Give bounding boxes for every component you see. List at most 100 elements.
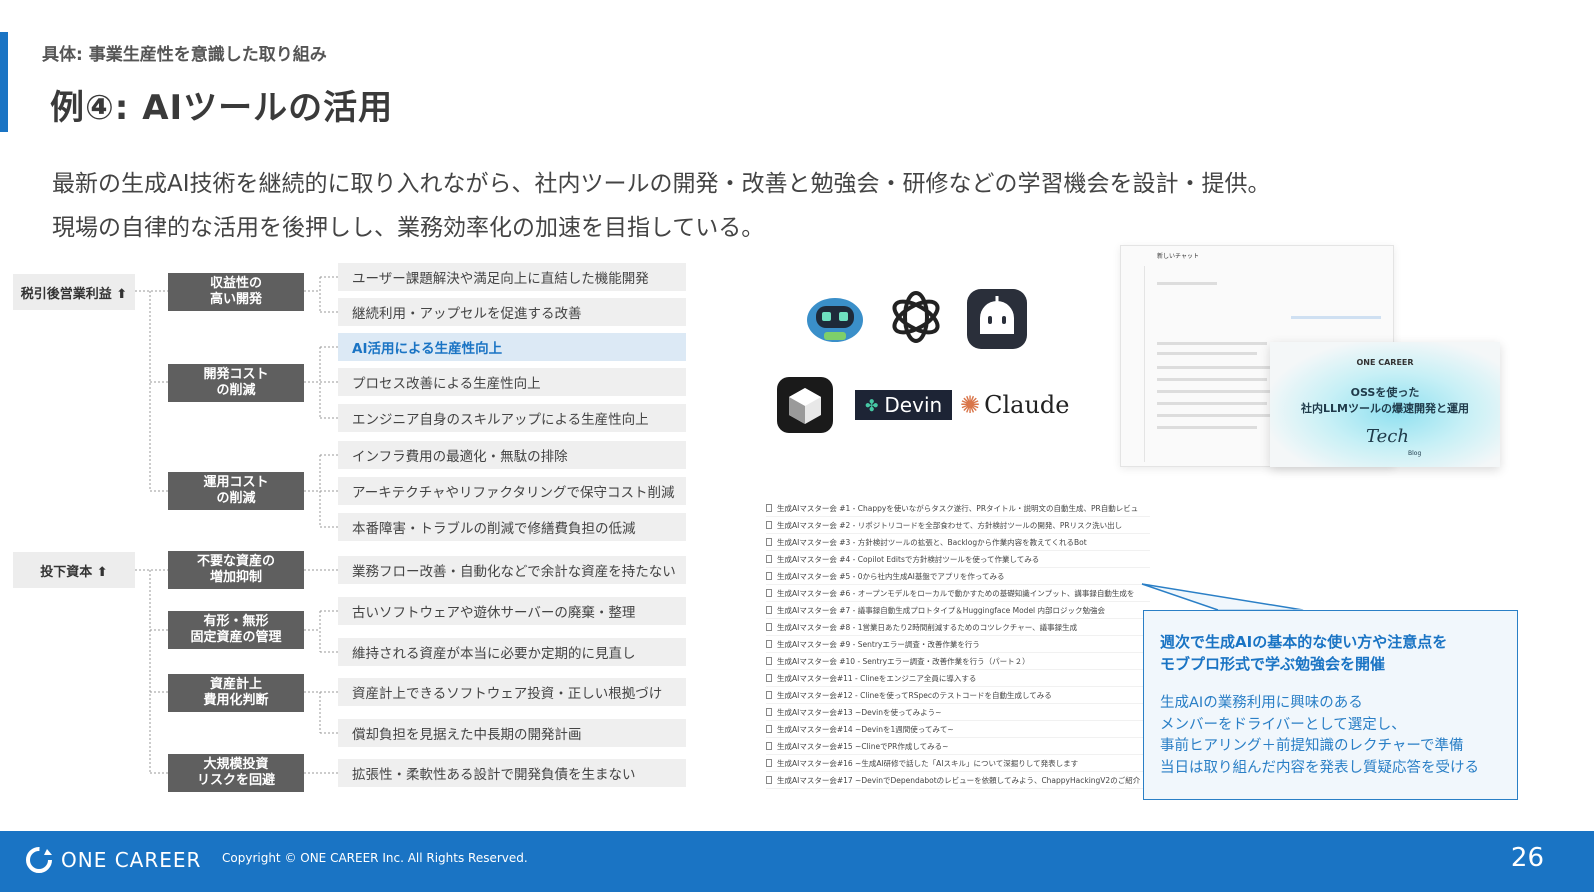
document-icon (766, 589, 772, 597)
blog-title-line-1: OSSを使った (1350, 386, 1420, 399)
study-session-callout: 週次で生成AIの基本的な使い方や注意点を モブプロ形式で学ぶ勉強会を開催 生成A… (1143, 610, 1518, 800)
document-icon (766, 640, 772, 648)
document-icon (766, 555, 772, 563)
chatgpt-logo-icon (885, 286, 947, 348)
tree-mid-capitalize: 資産計上 費用化判断 (168, 674, 304, 712)
tree-mid-ops-cost: 運用コスト の削減 (168, 472, 304, 510)
list-item[interactable]: 生成AIマスター会#16 ~生成AI研修で話した「AIスキル」について深掘りして… (766, 755, 1150, 772)
document-icon (766, 521, 772, 529)
list-item[interactable]: 生成AIマスター会 #6 - オープンモデルをローカルで動かすための基礎知識イン… (766, 585, 1150, 602)
list-item[interactable]: 生成AIマスター会 #10 - Sentryエラー調査・改善作業を行う（パート２… (766, 653, 1150, 670)
list-item-label: 生成AIマスター会#12 - Clineを使ってRSpecのテストコードを自動生… (777, 690, 1052, 700)
list-item[interactable]: 生成AIマスター会 #2 - リポジトリコードを全部食わせて、方針検討ツールの開… (766, 517, 1150, 534)
chat-screenshot-title: 新しいチャット (1157, 253, 1199, 260)
blog-sub-label: Blog (1408, 450, 1422, 457)
document-icon (766, 606, 772, 614)
devin-logo: ✤ Devin (855, 390, 953, 420)
tree-leaf: インフラ費用の最適化・無駄の排除 (338, 441, 686, 469)
onecareer-logo-icon (26, 847, 52, 873)
list-item-label: 生成AIマスター会 #6 - オープンモデルをローカルで動かすための基礎知識イン… (777, 588, 1135, 598)
document-icon (766, 776, 772, 784)
tree-leaf-highlighted: AI活用による生産性向上 (338, 333, 686, 361)
copilot-logo-icon (804, 290, 866, 346)
tree-leaf: 本番障害・トラブルの削減で修繕費負担の低減 (338, 513, 686, 541)
footer-logo: ONE CAREER (25, 846, 201, 874)
list-item-label: 生成AIマスター会 #10 - Sentryエラー調査・改善作業を行う（パート２… (777, 656, 1030, 666)
list-item[interactable]: 生成AIマスター会 #4 - Copilot Editsで方針検討ツールを使って… (766, 551, 1150, 568)
document-icon (766, 538, 772, 546)
list-item-label: 生成AIマスター会#13 ~Devinを使ってみよう~ (777, 707, 942, 717)
document-icon (766, 759, 772, 767)
chat-screenshot-sidebar (1127, 266, 1145, 462)
blog-tech-label: Tech (1366, 426, 1409, 447)
list-item-label: 生成AIマスター会#11 - Clineをエンジニア全員に導入する (777, 673, 977, 683)
callout-pointer (1141, 583, 1304, 613)
tree-leaf: 古いソフトウェアや遊休サーバーの廃棄・整理 (338, 597, 686, 625)
list-item[interactable]: 生成AIマスター会#17 ~DevinでDependabotのレビューを依頼して… (766, 772, 1150, 789)
document-icon (766, 725, 772, 733)
list-item-label: 生成AIマスター会#14 ~Devinを1週間使ってみて~ (777, 724, 954, 734)
footer-copyright: Copyright © ONE CAREER Inc. All Rights R… (222, 851, 528, 865)
footer: ONE CAREER Copyright © ONE CAREER Inc. A… (0, 831, 1594, 892)
list-item[interactable]: 生成AIマスター会 #9 - Sentryエラー調査・改善作業を行う (766, 636, 1150, 653)
devin-logo-text: Devin (884, 393, 943, 417)
tree-leaf: 業務フロー改善・自動化などで余計な資産を持たない (338, 556, 686, 584)
list-item[interactable]: 生成AIマスター会#12 - Clineを使ってRSpecのテストコードを自動生… (766, 687, 1150, 704)
list-item-label: 生成AIマスター会 #5 - 0から社内生成AI基盤でアプリを作ってみる (777, 571, 1005, 581)
cursor-logo-icon (776, 376, 834, 434)
footer-brand: ONE CAREER (61, 848, 202, 872)
tree-mid-dev-cost: 開発コスト の削減 (168, 364, 304, 402)
tree-root-invested-capital: 投下資本 ⬆ (13, 552, 135, 588)
tech-blog-thumbnail: ONE CAREER OSSを使った 社内LLMツールの爆速開発と運用 Tech… (1270, 342, 1500, 467)
tree-leaf: 償却負担を見据えた中長期の開発計画 (338, 719, 686, 747)
document-icon (766, 742, 772, 750)
list-item[interactable]: 生成AIマスター会 #5 - 0から社内生成AI基盤でアプリを作ってみる (766, 568, 1150, 585)
tree-mid-risk-avoid: 大規模投資 リスクを回避 (168, 754, 304, 792)
devin-mark-icon: ✤ (865, 395, 879, 415)
document-icon (766, 691, 772, 699)
list-item-label: 生成AIマスター会 #3 - 方針検討ツールの拡張と、Backlogから作業内容… (777, 537, 1087, 547)
list-item-label: 生成AIマスター会 #1 - Chappyを使いながらタスク遂行、PRタイトル・… (777, 503, 1139, 513)
document-icon (766, 657, 772, 665)
list-item-label: 生成AIマスター会 #2 - リポジトリコードを全部食わせて、方針検討ツールの開… (777, 520, 1123, 530)
tree-leaf: アーキテクチャやリファクタリングで保守コスト削減 (338, 477, 686, 505)
list-item[interactable]: 生成AIマスター会#14 ~Devinを1週間使ってみて~ (766, 721, 1150, 738)
list-item[interactable]: 生成AIマスター会 #7 - 議事録自動生成プロトタイプ＆Huggingface… (766, 602, 1150, 619)
tree-mid-profitable-dev: 収益性の 高い開発 (168, 273, 304, 311)
tree-leaf: エンジニア自身のスキルアップによる生産性向上 (338, 404, 686, 432)
list-item-label: 生成AIマスター会 #8 - 1営業日あたり2時間削減するためのコツレクチャー、… (777, 622, 1078, 632)
blog-title-line-2: 社内LLMツールの爆速開発と運用 (1301, 402, 1469, 415)
bot-app-logo-icon (966, 288, 1028, 350)
tree-leaf: プロセス改善による生産性向上 (338, 368, 686, 396)
list-item[interactable]: 生成AIマスター会#11 - Clineをエンジニア全員に導入する (766, 670, 1150, 687)
list-item[interactable]: 生成AIマスター会 #3 - 方針検討ツールの拡張と、Backlogから作業内容… (766, 534, 1150, 551)
list-item-label: 生成AIマスター会 #7 - 議事録自動生成プロトタイプ＆Huggingface… (777, 605, 1106, 615)
list-item-label: 生成AIマスター会#17 ~DevinでDependabotのレビューを依頼して… (777, 775, 1141, 785)
tree-leaf: 資産計上できるソフトウェア投資・正しい根拠づけ (338, 678, 686, 706)
claude-spark-icon: ✺ (960, 391, 981, 419)
list-item-label: 生成AIマスター会 #4 - Copilot Editsで方針検討ツールを使って… (777, 554, 1040, 564)
tree-leaf: 維持される資産が本当に必要か定期的に見直し (338, 638, 686, 666)
blog-brand: ONE CAREER (1356, 358, 1414, 367)
list-item[interactable]: 生成AIマスター会#13 ~Devinを使ってみよう~ (766, 704, 1150, 721)
tree-mid-asset-control: 不要な資産の 増加抑制 (168, 551, 304, 589)
list-item-label: 生成AIマスター会#15 ~ClineでPR作成してみる~ (777, 741, 949, 751)
study-session-list: 生成AIマスター会 #1 - Chappyを使いながらタスク遂行、PRタイトル・… (766, 500, 1150, 789)
list-item[interactable]: 生成AIマスター会 #8 - 1営業日あたり2時間削減するためのコツレクチャー、… (766, 619, 1150, 636)
tree-root-operating-profit: 税引後営業利益 ⬆ (13, 274, 135, 310)
claude-logo-text: Claude (984, 391, 1070, 419)
value-tree-diagram: 税引後営業利益 ⬆ 投下資本 ⬆ 収益性の 高い開発 開発コスト の削減 運用コ… (0, 0, 700, 892)
claude-logo: ✺ Claude (960, 388, 1069, 422)
tree-leaf: 継続利用・アップセルを促進する改善 (338, 298, 686, 326)
list-item[interactable]: 生成AIマスター会 #1 - Chappyを使いながらタスク遂行、PRタイトル・… (766, 500, 1150, 517)
tree-leaf: ユーザー課題解決や満足向上に直結した機能開発 (338, 263, 686, 291)
document-icon (766, 572, 772, 580)
list-item[interactable]: 生成AIマスター会#15 ~ClineでPR作成してみる~ (766, 738, 1150, 755)
list-item-label: 生成AIマスター会#16 ~生成AI研修で話した「AIスキル」について深掘りして… (777, 758, 1079, 768)
callout-heading: 週次で生成AIの基本的な使い方や注意点を モブプロ形式で学ぶ勉強会を開催 (1160, 633, 1448, 673)
document-icon (766, 623, 772, 631)
document-icon (766, 674, 772, 682)
document-icon (766, 504, 772, 512)
page-number: 26 (1510, 843, 1544, 873)
list-item-label: 生成AIマスター会 #9 - Sentryエラー調査・改善作業を行う (777, 639, 980, 649)
